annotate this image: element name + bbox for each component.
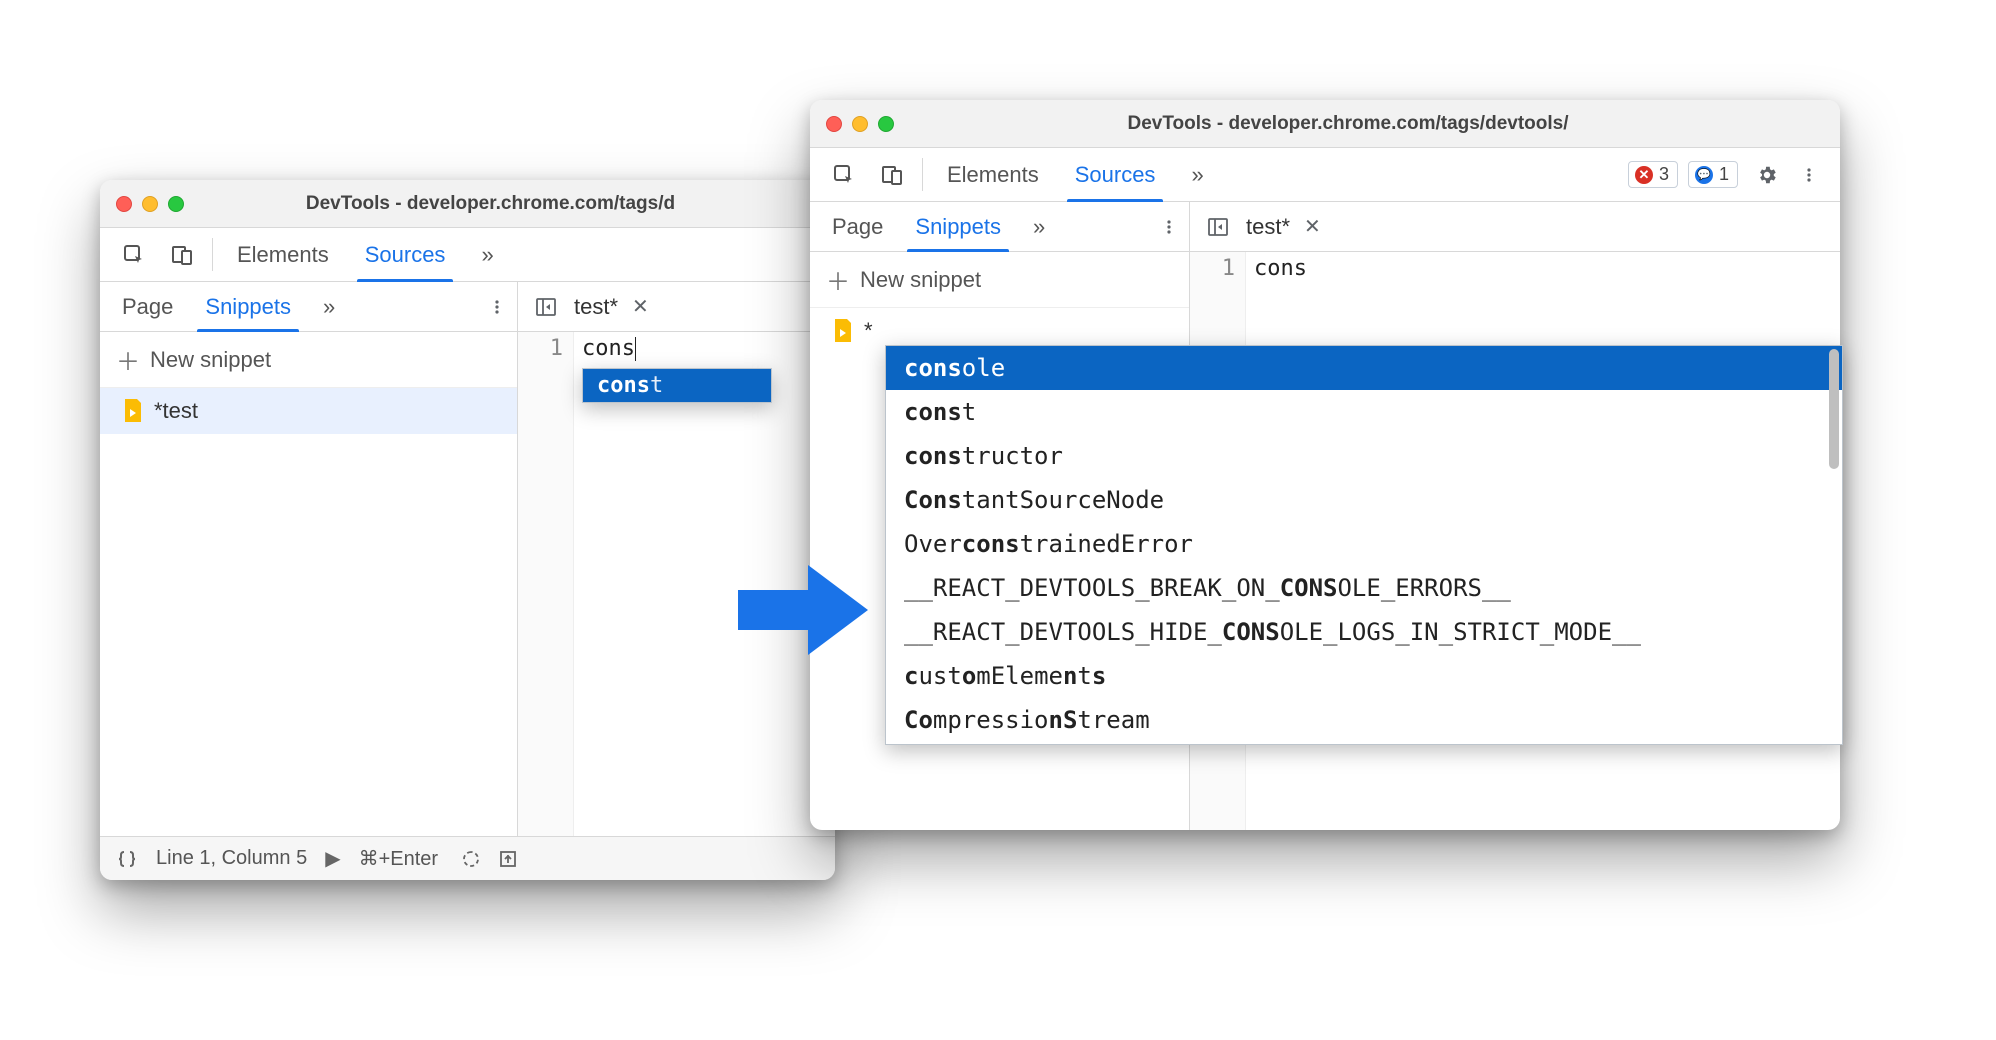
autocomplete-item[interactable]: customElements bbox=[886, 654, 1842, 698]
file-tab[interactable]: test* ✕ bbox=[570, 294, 659, 320]
window-title: DevTools - developer.chrome.com/tags/d bbox=[212, 193, 819, 215]
tab-more[interactable]: » bbox=[1173, 148, 1221, 201]
device-toggle-icon[interactable] bbox=[158, 228, 206, 281]
line-number: 1 bbox=[1190, 256, 1235, 281]
new-snippet-button[interactable]: ＋ New snippet bbox=[100, 332, 517, 388]
minimize-window-button[interactable] bbox=[142, 196, 158, 212]
info-badge[interactable]: 💬 1 bbox=[1688, 161, 1738, 188]
tab-elements[interactable]: Elements bbox=[219, 228, 347, 281]
subtab-page[interactable]: Page bbox=[106, 282, 189, 331]
snippet-item-label: *test bbox=[154, 398, 198, 424]
subtab-more[interactable]: » bbox=[307, 282, 351, 331]
pretty-print-icon[interactable] bbox=[116, 848, 138, 870]
sidebar-toggle-icon[interactable] bbox=[1200, 216, 1236, 238]
new-snippet-label: New snippet bbox=[860, 267, 981, 293]
sources-subbar: Page Snippets » test* ✕ bbox=[100, 282, 835, 332]
error-count: 3 bbox=[1659, 164, 1669, 185]
close-icon[interactable]: ✕ bbox=[626, 294, 655, 319]
autocomplete-item[interactable]: CompressionStream bbox=[886, 698, 1842, 742]
line-number: 1 bbox=[518, 336, 563, 361]
close-icon[interactable]: ✕ bbox=[1298, 214, 1327, 239]
error-badge[interactable]: ✕ 3 bbox=[1628, 161, 1678, 188]
tab-sources[interactable]: Sources bbox=[347, 228, 464, 281]
gutter: 1 bbox=[518, 332, 574, 836]
error-icon: ✕ bbox=[1635, 166, 1653, 184]
autocomplete-item[interactable]: ConstantSourceNode bbox=[886, 478, 1842, 522]
snippet-item[interactable]: *test bbox=[100, 388, 517, 434]
inspect-icon[interactable] bbox=[820, 148, 868, 201]
autocomplete-item[interactable]: OverconstrainedError bbox=[886, 522, 1842, 566]
info-icon: 💬 bbox=[1695, 166, 1713, 184]
file-tab-label: test* bbox=[1246, 214, 1290, 240]
new-snippet-label: New snippet bbox=[150, 347, 271, 373]
tab-sources[interactable]: Sources bbox=[1057, 148, 1174, 201]
close-window-button[interactable] bbox=[116, 196, 132, 212]
inspect-icon[interactable] bbox=[110, 228, 158, 281]
device-toggle-icon[interactable] bbox=[868, 148, 916, 201]
window-controls bbox=[826, 116, 894, 132]
subtab-snippets[interactable]: Snippets bbox=[189, 282, 307, 331]
autocomplete-item[interactable]: constructor bbox=[886, 434, 1842, 478]
scrollbar[interactable] bbox=[1829, 349, 1839, 741]
coverage-icon-right[interactable] bbox=[498, 849, 518, 869]
run-icon[interactable]: ▶ bbox=[325, 846, 340, 871]
arrow-icon bbox=[728, 555, 878, 665]
window-title: DevTools - developer.chrome.com/tags/dev… bbox=[922, 113, 1824, 135]
sources-subbar: Page Snippets » test* ✕ bbox=[810, 202, 1840, 252]
snippet-file-icon bbox=[832, 318, 854, 344]
plus-icon: ＋ bbox=[116, 342, 140, 377]
main-tabbar: Elements Sources » ✕ 3 💬 1 bbox=[810, 148, 1840, 202]
kebab-icon[interactable] bbox=[477, 282, 517, 331]
coverage-icon-left[interactable] bbox=[462, 850, 480, 868]
autocomplete-item[interactable]: const bbox=[583, 369, 771, 402]
maximize-window-button[interactable] bbox=[878, 116, 894, 132]
autocomplete-item[interactable]: crossOriginIsolated bbox=[886, 742, 1842, 745]
sidebar-toggle-icon[interactable] bbox=[528, 296, 564, 318]
new-snippet-button[interactable]: ＋ New snippet bbox=[810, 252, 1189, 308]
autocomplete-item[interactable]: __REACT_DEVTOOLS_BREAK_ON_CONSOLE_ERRORS… bbox=[886, 566, 1842, 610]
subtab-more[interactable]: » bbox=[1017, 202, 1061, 251]
titlebar: DevTools - developer.chrome.com/tags/dev… bbox=[810, 100, 1840, 148]
snippet-item-label: * bbox=[864, 318, 873, 344]
body: ＋ New snippet *test 1 cons bbox=[100, 332, 835, 836]
file-tab-label: test* bbox=[574, 294, 618, 320]
window-controls bbox=[116, 196, 184, 212]
kebab-icon[interactable] bbox=[1149, 202, 1189, 251]
snippet-file-icon bbox=[122, 398, 144, 424]
autocomplete-popup[interactable]: consoleconstconstructorConstantSourceNod… bbox=[885, 345, 1843, 745]
autocomplete-popup[interactable]: const bbox=[582, 368, 772, 403]
maximize-window-button[interactable] bbox=[168, 196, 184, 212]
file-tab[interactable]: test* ✕ bbox=[1242, 214, 1331, 240]
statusbar: Line 1, Column 5 ▶ ⌘+Enter bbox=[100, 836, 835, 880]
tab-more[interactable]: » bbox=[463, 228, 511, 281]
cursor-position: Line 1, Column 5 bbox=[156, 847, 307, 870]
gear-icon[interactable] bbox=[1746, 148, 1788, 201]
code-input[interactable]: cons bbox=[574, 332, 835, 365]
autocomplete-item[interactable]: const bbox=[886, 390, 1842, 434]
devtools-window-left: DevTools - developer.chrome.com/tags/d E… bbox=[100, 180, 835, 880]
subtab-page[interactable]: Page bbox=[816, 202, 899, 251]
subtab-snippets[interactable]: Snippets bbox=[899, 202, 1017, 251]
autocomplete-item[interactable]: __REACT_DEVTOOLS_HIDE_CONSOLE_LOGS_IN_ST… bbox=[886, 610, 1842, 654]
tab-elements[interactable]: Elements bbox=[929, 148, 1057, 201]
minimize-window-button[interactable] bbox=[852, 116, 868, 132]
main-tabbar: Elements Sources » bbox=[100, 228, 835, 282]
kebab-icon[interactable] bbox=[1788, 148, 1830, 201]
plus-icon: ＋ bbox=[826, 262, 850, 297]
autocomplete-item[interactable]: console bbox=[886, 346, 1842, 390]
code-input[interactable]: cons bbox=[1246, 252, 1840, 285]
titlebar: DevTools - developer.chrome.com/tags/d bbox=[100, 180, 835, 228]
run-shortcut: ⌘+Enter bbox=[359, 846, 438, 871]
info-count: 1 bbox=[1719, 164, 1729, 185]
close-window-button[interactable] bbox=[826, 116, 842, 132]
